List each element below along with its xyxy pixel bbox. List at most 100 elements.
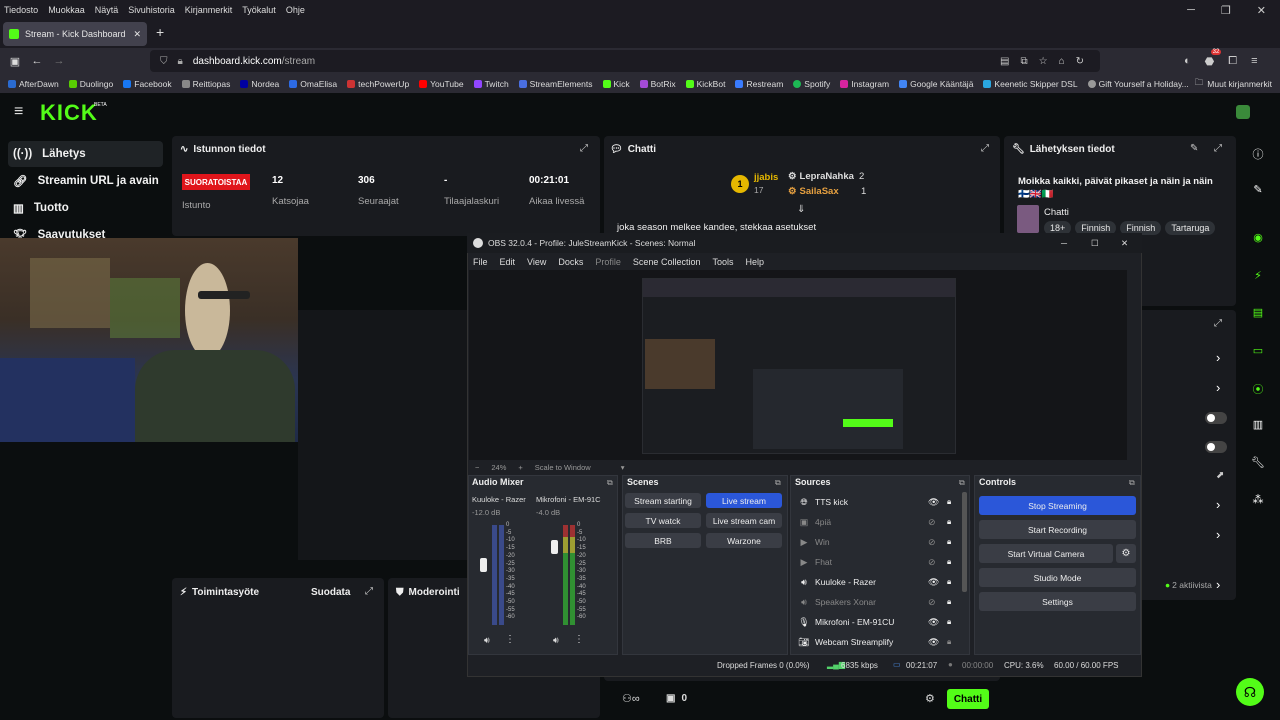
activity-filter-button[interactable]: Suodata bbox=[311, 587, 350, 598]
bookmark-facebook[interactable]: Facebook bbox=[123, 79, 172, 89]
eye-hidden-icon[interactable]: ⊘ bbox=[928, 597, 936, 608]
lock-icon[interactable]: 🔒︎ bbox=[178, 56, 183, 67]
extension-badge[interactable]: ⬣ 32 bbox=[1205, 48, 1222, 68]
active-count[interactable]: ● 2 aktiivista bbox=[1165, 580, 1212, 590]
lock-icon[interactable]: 🔒︎ bbox=[947, 617, 951, 627]
bookmark-instagram[interactable]: Instagram bbox=[840, 79, 889, 89]
user-avatar[interactable] bbox=[1236, 105, 1250, 119]
eye-icon[interactable]: 👁︎ bbox=[928, 577, 939, 588]
activity-expand-icon[interactable]: ⤢ bbox=[365, 586, 373, 597]
wrench-rail-icon[interactable]: 🔧︎ bbox=[1251, 456, 1265, 470]
new-tab-icon[interactable]: + bbox=[156, 24, 164, 40]
tag-pill[interactable]: Tartaruga bbox=[1165, 221, 1216, 235]
document-icon[interactable]: ▤ bbox=[1251, 306, 1265, 320]
obs-menu-edit[interactable]: Edit bbox=[500, 257, 516, 267]
reader-view-icon[interactable]: ▤ bbox=[1000, 56, 1009, 67]
camera-icon[interactable]: ◉ bbox=[1251, 231, 1265, 245]
extensions-puzzle-icon[interactable]: ⧠ bbox=[1228, 55, 1237, 68]
menu-view[interactable]: Näytä bbox=[95, 5, 119, 15]
source-row[interactable]: ▶ Fhat ⊘ 🔒︎ bbox=[792, 553, 962, 571]
session-expand-icon[interactable]: ⤢ bbox=[580, 143, 588, 154]
kick-logo[interactable]: KICK bbox=[40, 100, 98, 126]
scale-mode-select[interactable]: Scale to Window ▾ bbox=[535, 463, 625, 472]
mute-speaker-icon[interactable]: 🔊︎ bbox=[553, 635, 559, 646]
scene-live-stream-cam[interactable]: Live stream cam bbox=[706, 513, 782, 528]
obs-menu-profile[interactable]: Profile bbox=[595, 257, 621, 267]
eye-icon[interactable]: 👁︎ bbox=[928, 497, 939, 508]
chat-settings-icon[interactable]: ⚙ bbox=[925, 692, 935, 705]
edit-icon[interactable]: ✎ bbox=[1251, 183, 1265, 197]
bookmark-star-icon[interactable]: ☆ bbox=[1039, 56, 1048, 67]
channel-menu-icon[interactable]: ⋮ bbox=[574, 634, 584, 645]
close-icon[interactable]: ✕ bbox=[1257, 4, 1266, 17]
eye-icon[interactable]: 👁︎ bbox=[928, 637, 939, 648]
menu-edit[interactable]: Muokkaa bbox=[48, 5, 85, 15]
broadcast-rail-icon[interactable]: ⦿ bbox=[1251, 381, 1265, 396]
scene-tv-watck[interactable]: TV watck bbox=[625, 513, 701, 528]
screenshot-icon[interactable]: ⧉ bbox=[1020, 56, 1027, 67]
tab-kick-dashboard[interactable]: Stream - Kick Dashboard ✕ bbox=[3, 22, 147, 46]
eye-hidden-icon[interactable]: ⊘ bbox=[928, 537, 936, 548]
lightning-icon[interactable]: ⚡︎ bbox=[1251, 269, 1265, 283]
obs-maximize-icon[interactable]: ☐ bbox=[1091, 238, 1099, 249]
scene-warzone[interactable]: Warzone bbox=[706, 533, 782, 548]
bookmark-twitch[interactable]: Twitch bbox=[473, 79, 509, 89]
top-gifter-name[interactable]: jjabis bbox=[754, 172, 778, 183]
back-icon[interactable]: ← bbox=[26, 55, 48, 67]
eye-icon[interactable]: 👁︎ bbox=[928, 617, 939, 628]
chevron-right-icon[interactable]: › bbox=[1216, 577, 1220, 592]
info-icon[interactable]: ⓘ bbox=[1251, 146, 1265, 161]
bookmark-duolingo[interactable]: Duolingo bbox=[68, 79, 113, 89]
category-name[interactable]: Chatti bbox=[1044, 207, 1069, 218]
obs-minimize-icon[interactable]: ─ bbox=[1061, 238, 1067, 248]
volume-fader[interactable] bbox=[551, 540, 558, 554]
share-icon[interactable]: ⬈ bbox=[1216, 470, 1224, 481]
bookmark-reittiopas[interactable]: Reittiopas bbox=[181, 79, 230, 89]
audio-mixer-menu-icon[interactable]: ⧉ bbox=[607, 478, 613, 488]
chat-icon[interactable]: ▭ bbox=[1251, 344, 1265, 358]
url-bar[interactable]: ⛉ 🔒︎ dashboard.kick.com/stream bbox=[150, 50, 1100, 72]
shield-icon[interactable]: ⛉ bbox=[160, 56, 168, 67]
chevron-right-icon[interactable]: › bbox=[1216, 497, 1220, 512]
bookmark-kickbot[interactable]: KickBot bbox=[685, 79, 725, 89]
menu-tools[interactable]: Työkalut bbox=[242, 5, 276, 15]
bookmark-techpowerup[interactable]: techPowerUp bbox=[347, 79, 409, 89]
scene-brb[interactable]: BRB bbox=[625, 533, 701, 548]
menu-help[interactable]: Ohje bbox=[286, 5, 305, 15]
controls-menu-icon[interactable]: ⧉ bbox=[1129, 478, 1135, 488]
sidebar-item-stream-url[interactable]: 🔗︎ Streamin URL ja avain bbox=[8, 168, 163, 194]
source-row[interactable]: ▣ 4piä ⊘ 🔒︎ bbox=[792, 513, 962, 531]
tab-close-icon[interactable]: ✕ bbox=[133, 29, 141, 40]
obs-menu-help[interactable]: Help bbox=[745, 257, 764, 267]
stop-streaming-button[interactable]: Stop Streaming bbox=[979, 496, 1136, 515]
chevron-right-icon[interactable]: › bbox=[1216, 350, 1220, 365]
obs-menu-file[interactable]: File bbox=[473, 257, 488, 267]
volume-fader[interactable] bbox=[480, 558, 487, 572]
edit-pencil-icon[interactable]: ✎ bbox=[1190, 143, 1198, 154]
chevron-right-icon[interactable]: › bbox=[1216, 527, 1220, 542]
broadcast-expand-icon[interactable]: ⤢ bbox=[1214, 143, 1222, 154]
lock-icon[interactable]: 🔒︎ bbox=[947, 537, 951, 547]
connections-icon[interactable]: ⁂ bbox=[1251, 493, 1265, 507]
home-icon[interactable]: ⌂ bbox=[1059, 56, 1065, 67]
chat-filter-icon[interactable]: ⇓ bbox=[797, 204, 805, 215]
menu-history[interactable]: Sivuhistoria bbox=[128, 5, 175, 15]
menu-file[interactable]: Tiedosto bbox=[4, 5, 38, 15]
chevron-right-icon[interactable]: › bbox=[1216, 380, 1220, 395]
obs-menu-view[interactable]: View bbox=[527, 257, 546, 267]
settings-button[interactable]: Settings bbox=[979, 592, 1136, 611]
viewers-infinity-icon[interactable]: ⚇∞ bbox=[622, 692, 640, 705]
bookmark-gift[interactable]: Gift Yourself a Holiday... bbox=[1087, 79, 1189, 89]
help-headset-icon[interactable]: ☊ bbox=[1236, 678, 1264, 706]
lock-icon[interactable]: 🔒︎ bbox=[947, 637, 951, 647]
channel-menu-icon[interactable]: ⋮ bbox=[505, 634, 515, 645]
source-row[interactable]: ▶ Win ⊘ 🔒︎ bbox=[792, 533, 962, 551]
sidebar-item-broadcast[interactable]: ((·)) Lähetys bbox=[8, 141, 163, 167]
bookmark-google-translate[interactable]: Google Kääntäjä bbox=[899, 79, 973, 89]
obs-menu-scene-collection[interactable]: Scene Collection bbox=[633, 257, 701, 267]
gifter-3-name[interactable]: ⚙ SailaSax bbox=[788, 186, 839, 197]
restore-icon[interactable]: ❐ bbox=[1221, 4, 1231, 17]
source-row[interactable]: 🎙︎ Mikrofoni - EM-91CU 👁︎ 🔒︎ bbox=[792, 613, 962, 631]
forward-icon[interactable]: → bbox=[48, 55, 70, 67]
toggle-switch[interactable] bbox=[1205, 412, 1227, 424]
